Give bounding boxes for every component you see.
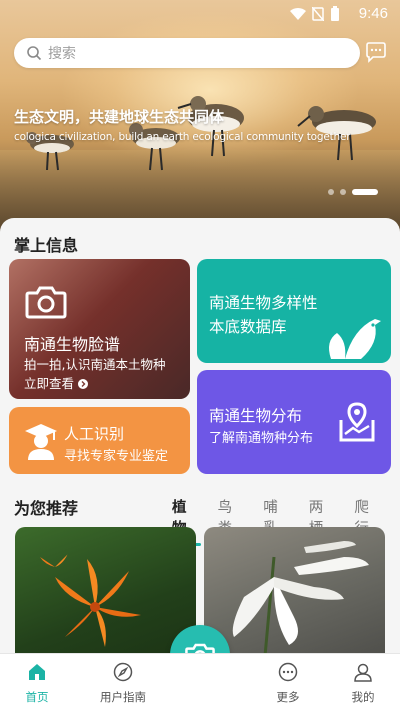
pagination-dot (328, 189, 334, 195)
compass-icon (113, 662, 133, 682)
recommend-photo-lily-orange[interactable] (15, 527, 196, 667)
card-bio-distribution[interactable]: 南通生物分布 了解南通物种分布 (197, 370, 391, 474)
orange-lily-image (40, 554, 141, 647)
card-biodiversity-database[interactable]: 南通生物多样性 本底数据库 (197, 259, 391, 363)
card-face-desc-line: 拍一拍,认识南通本土物种 (24, 357, 166, 372)
card-db-line2: 本底数据库 (209, 318, 287, 336)
home-icon (29, 664, 45, 680)
recommend-photo-lily-white[interactable] (204, 527, 385, 667)
card-expert-desc: 寻找专家专业鉴定 (64, 449, 169, 464)
battery-icon (331, 6, 339, 21)
section-title-recommend: 为您推荐 (14, 499, 79, 518)
nav-home[interactable]: 首页 (7, 662, 67, 705)
bottom-navigation: 首页 用户指南 更多 我的 (0, 653, 400, 711)
bird-image (297, 106, 376, 161)
card-face-link-label: 立即查看 (24, 376, 75, 391)
arrow-right-icon (78, 379, 88, 389)
nav-more-label: 更多 (276, 690, 300, 704)
card-face-desc: 拍一拍,认识南通本土物种 立即查看 (24, 355, 165, 393)
status-icons (290, 6, 340, 22)
map-pin-icon (339, 402, 375, 442)
no-sim-icon (312, 7, 324, 21)
search-icon (27, 46, 42, 61)
card-dist-title: 南通生物分布 (209, 407, 303, 425)
graduate-icon (25, 424, 57, 460)
wifi-icon (290, 7, 306, 21)
banner-title: 生态文明，共建地球生态共同体 (14, 108, 225, 126)
nav-user-guide[interactable]: 用户指南 (93, 662, 153, 705)
camera-icon (25, 286, 67, 319)
card-db-line1: 南通生物多样性 (209, 294, 318, 312)
status-time: 9:46 (358, 5, 388, 22)
user-icon (354, 663, 372, 682)
pagination-dot-active (352, 189, 378, 195)
section-title-info: 掌上信息 (14, 236, 79, 255)
nav-mine[interactable]: 我的 (333, 662, 393, 705)
nav-guide-label: 用户指南 (100, 690, 146, 704)
card-bio-face[interactable]: 南通生物脸谱 拍一拍,认识南通本土物种 立即查看 (9, 259, 190, 399)
nav-home-label: 首页 (25, 690, 49, 704)
search-placeholder: 搜索 (48, 46, 76, 62)
card-db-title: 南通生物多样性 本底数据库 (209, 291, 318, 339)
card-face-title: 南通生物脸谱 (24, 335, 121, 354)
card-dist-desc: 了解南通物种分布 (209, 431, 314, 446)
more-icon (278, 662, 298, 682)
white-lily-image (232, 541, 369, 667)
status-bar: 9:46 (0, 0, 400, 28)
card-expert-title: 人工识别 (64, 425, 125, 443)
message-icon[interactable] (364, 40, 388, 64)
pagination-dot (340, 189, 346, 195)
nav-more[interactable]: 更多 (258, 662, 318, 705)
banner-pagination (328, 189, 378, 195)
banner-subtitle: cologica civilization, build an earth ec… (14, 131, 351, 143)
search-input[interactable]: 搜索 (14, 38, 360, 68)
nav-mine-label: 我的 (351, 690, 375, 704)
bird-leaf-icon (329, 319, 381, 359)
bird-image (26, 132, 74, 171)
card-face-link[interactable]: 立即查看 (24, 374, 165, 393)
card-expert-identification[interactable]: 人工识别 寻找专家专业鉴定 (9, 407, 190, 474)
